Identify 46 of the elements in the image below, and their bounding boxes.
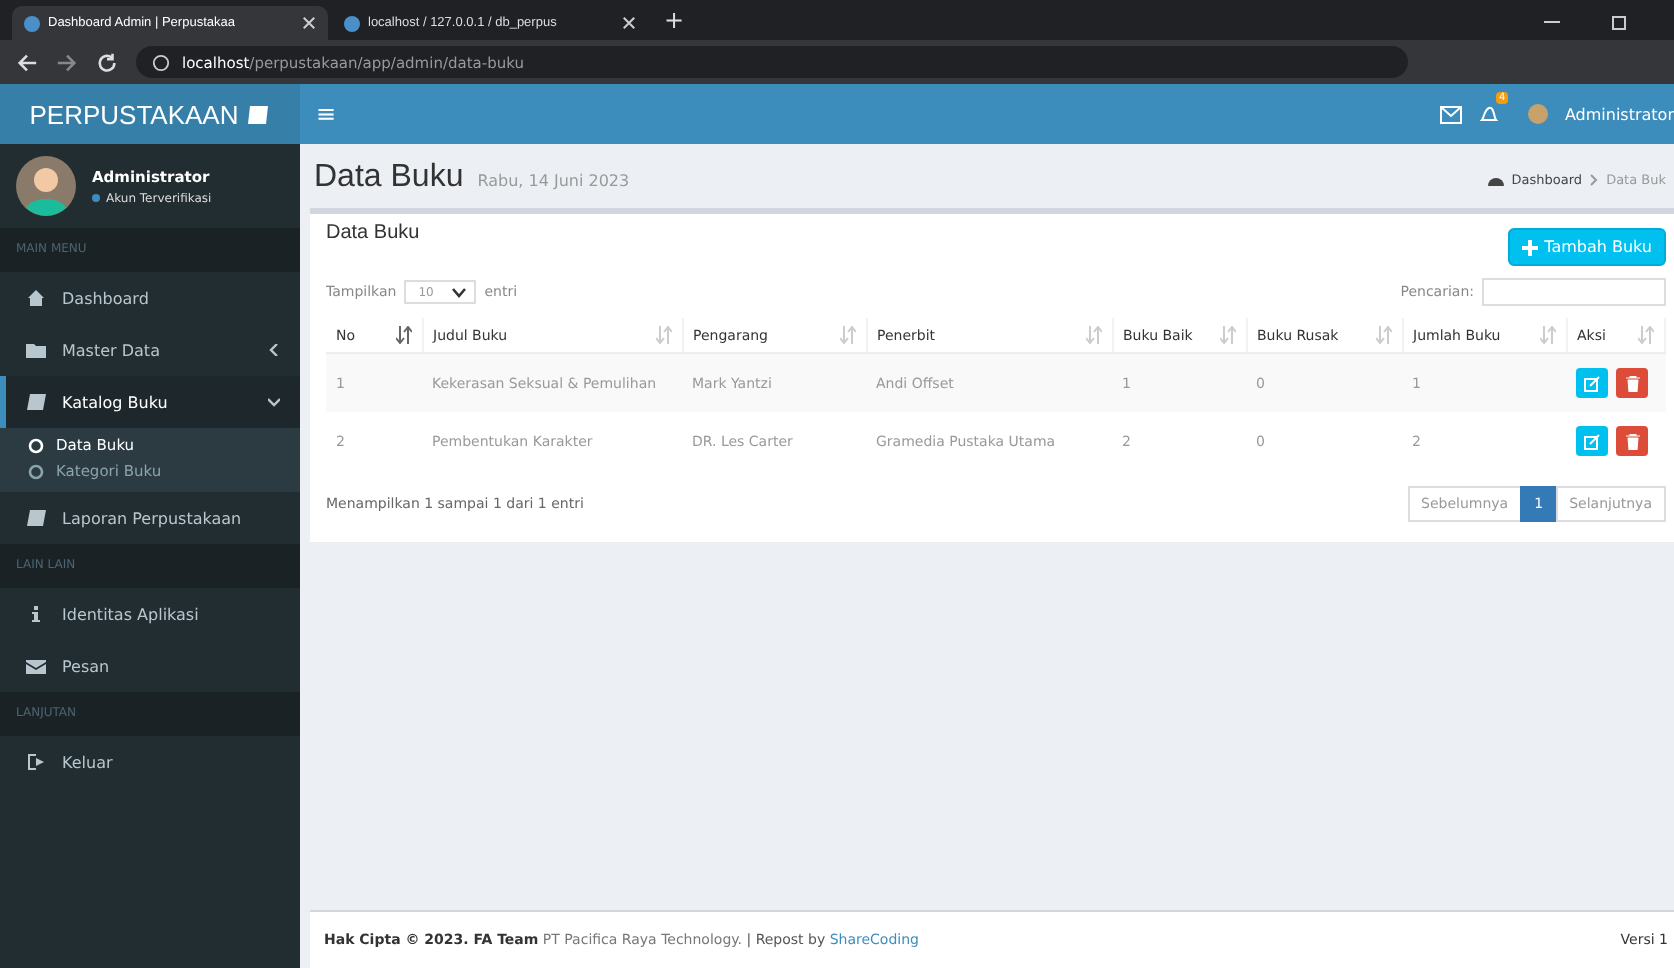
edit-icon: [1584, 433, 1600, 449]
avatar: [16, 156, 76, 216]
book-icon: [26, 392, 46, 412]
edit-icon: [1584, 375, 1600, 391]
brand-logo[interactable]: PERPUSTAKAAN: [0, 84, 300, 144]
mail-icon[interactable]: [1440, 105, 1463, 123]
new-tab-button[interactable]: +: [664, 6, 685, 34]
edit-button[interactable]: [1576, 426, 1608, 456]
home-icon: [26, 288, 46, 308]
sidebar-item[interactable]: Identitas Aplikasi: [0, 588, 300, 640]
user-menu[interactable]: Administrator: [1564, 105, 1674, 123]
delete-button[interactable]: [1616, 368, 1648, 398]
delete-button[interactable]: [1616, 426, 1648, 456]
sidebar-item[interactable]: Laporan Perpustakaan: [0, 492, 300, 544]
folder-icon: [26, 340, 46, 360]
exit-icon: [26, 752, 46, 772]
plus-icon: [1522, 239, 1539, 255]
sidebar-item[interactable]: Dashboard: [0, 272, 300, 324]
trash-icon: [1625, 433, 1639, 449]
sort-icon[interactable]: [395, 326, 411, 344]
chevron-down-icon: [452, 287, 467, 297]
page-title: Data Buku: [314, 160, 464, 196]
book-icon: [26, 508, 46, 528]
sidebar-item[interactable]: Keluar: [0, 736, 300, 788]
reload-icon[interactable]: [96, 51, 118, 73]
forward-icon[interactable]: [56, 51, 78, 73]
bell-icon[interactable]: [1478, 103, 1501, 125]
chevron-right-icon: [1590, 173, 1599, 185]
trash-icon: [1625, 375, 1639, 391]
close-icon[interactable]: [622, 16, 636, 30]
sidebar-item[interactable]: Pesan: [0, 640, 300, 692]
site-icon: [24, 15, 40, 31]
restore-icon[interactable]: [1610, 12, 1630, 32]
edit-button[interactable]: [1576, 368, 1608, 398]
mail-icon: [26, 656, 46, 676]
card-title: Data Buku: [326, 222, 420, 244]
sidebar-item[interactable]: Katalog Buku: [0, 376, 300, 428]
back-icon[interactable]: [16, 51, 38, 73]
close-icon[interactable]: [302, 16, 316, 30]
page-date: Rabu, 14 Juni 2023: [477, 172, 630, 190]
sidebar-item[interactable]: Master Data: [0, 324, 300, 376]
site-icon: [344, 15, 360, 31]
circle-icon: [28, 463, 44, 479]
circle-icon: [28, 437, 44, 453]
menu-icon[interactable]: ≡: [316, 100, 337, 128]
search-field[interactable]: [1482, 278, 1666, 306]
